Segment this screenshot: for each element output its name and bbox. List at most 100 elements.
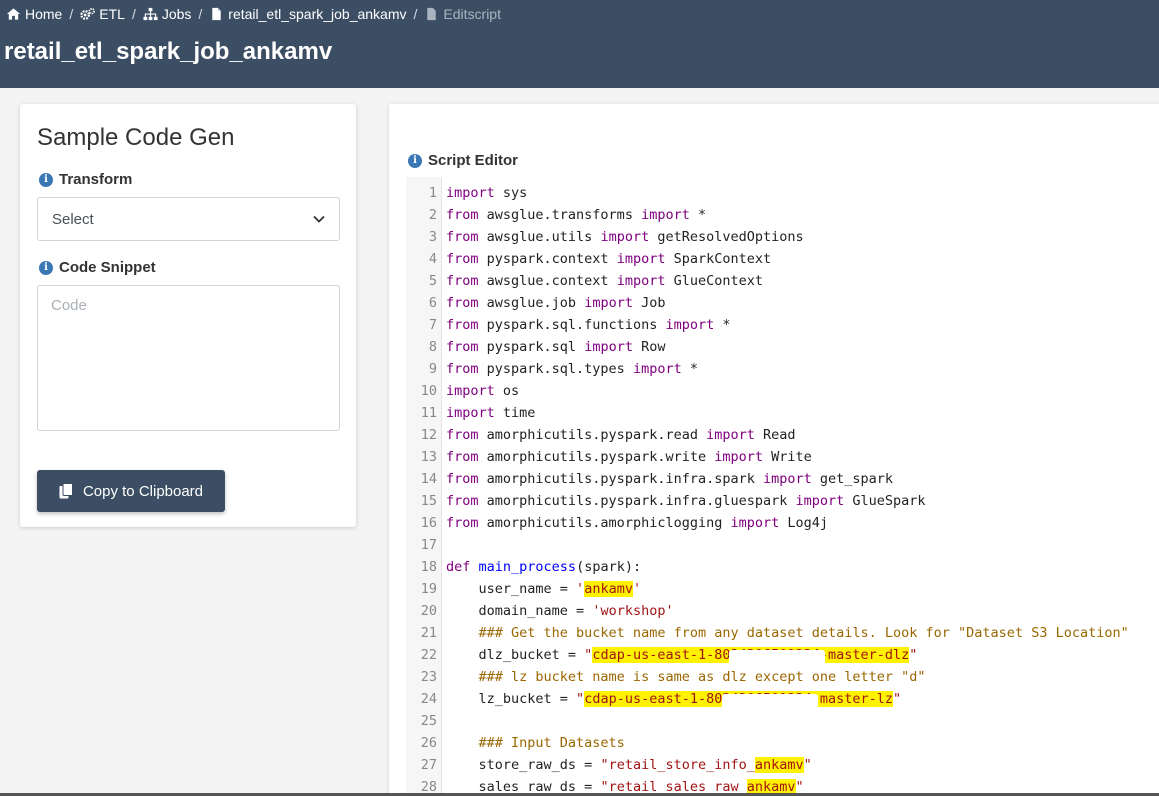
redaction-mark — [722, 694, 818, 711]
breadcrumb: Home / ETL / Jobs / retail_etl_spark_job… — [6, 5, 501, 23]
code-line: 27 store_raw_ds = "retail_store_info_ank… — [406, 754, 1159, 776]
code-line: 19 user_name = 'ankamv' — [406, 578, 1159, 600]
line-number: 7 — [428, 317, 437, 333]
code-token: get_spark — [811, 471, 894, 487]
code-token: SparkContext — [665, 251, 772, 267]
breadcrumb-jobs[interactable]: Jobs — [143, 6, 191, 22]
line-number: 4 — [428, 251, 437, 267]
code-token: ### Get the bucket name from any dataset… — [446, 625, 1129, 641]
code-token: amorphicutils.pyspark.infra.spark — [478, 471, 763, 487]
breadcrumb-job[interactable]: retail_etl_spark_job_ankamv — [209, 6, 407, 22]
code-token: def — [446, 559, 471, 575]
transform-select[interactable]: Select — [37, 197, 340, 241]
code-editor[interactable]: 1 import sys 2 from awsglue.transforms impo… — [406, 177, 1159, 796]
breadcrumb-label: Home — [25, 6, 63, 22]
info-icon[interactable]: i — [39, 261, 53, 275]
line-number: 10 — [420, 383, 437, 399]
code-token: from — [446, 449, 479, 465]
transform-label: i Transform — [39, 171, 132, 188]
panel-title: Sample Code Gen — [37, 124, 235, 151]
line-number: 27 — [420, 757, 437, 773]
breadcrumb-separator: / — [69, 6, 74, 22]
code-token: lz_bucket = — [446, 691, 577, 707]
code-token: main_process — [478, 559, 577, 575]
code-snippet-label-text: Code Snippet — [59, 259, 156, 276]
code-line: 11 import time — [406, 402, 1159, 424]
code-token: awsglue.utils — [478, 229, 601, 245]
code-token: from — [446, 251, 479, 267]
code-line: 9 from pyspark.sql.types import * — [406, 358, 1159, 380]
chevron-down-icon — [313, 215, 325, 223]
code-token: from — [446, 207, 479, 223]
breadcrumb-etl[interactable]: ETL — [80, 6, 125, 22]
code-token: import — [584, 295, 633, 311]
file-icon — [212, 7, 222, 21]
code-token: ' — [632, 581, 642, 597]
code-token: awsglue.transforms — [478, 207, 642, 223]
line-number: 6 — [428, 295, 437, 311]
code-token: * — [714, 317, 731, 333]
page-header: Home / ETL / Jobs / retail_etl_spark_job… — [0, 0, 1159, 88]
code-token: import — [795, 493, 845, 509]
code-snippet-label: i Code Snippet — [39, 259, 156, 276]
code-line: 13 from amorphicutils.pyspark.write impor… — [406, 446, 1159, 468]
code-line: 4 from pyspark.context import SparkContex… — [406, 248, 1159, 270]
code-token: 'workshop' — [592, 603, 674, 619]
info-icon[interactable]: i — [39, 173, 53, 187]
code-token: from — [446, 295, 479, 311]
copy-to-clipboard-button[interactable]: Copy to Clipboard — [37, 470, 225, 512]
code-token: import — [714, 449, 763, 465]
line-number: 9 — [428, 361, 437, 377]
code-line: 12 from amorphicutils.pyspark.read import… — [406, 424, 1159, 446]
code-snippet-textarea[interactable]: Code — [37, 285, 340, 431]
code-token: import — [600, 229, 650, 245]
code-token: amorphicutils.pyspark.write — [478, 449, 715, 465]
line-number: 25 — [420, 713, 437, 729]
code-token: os — [494, 383, 520, 399]
line-number: 15 — [420, 493, 437, 509]
code-line: 18 def main_process(spark): — [406, 556, 1159, 578]
code-token: import — [730, 515, 780, 531]
code-token: amorphicutils.amorphiclogging — [478, 515, 731, 531]
line-number: 12 — [420, 427, 437, 443]
code-token: dlz_bucket = — [446, 647, 585, 663]
page-title: retail_etl_spark_job_ankamv — [4, 38, 333, 65]
code-line: 6 from awsglue.job import Job — [406, 292, 1159, 314]
code-token: ' — [576, 581, 585, 597]
code-token: from — [446, 229, 479, 245]
code-token: import — [706, 427, 755, 443]
code-token: " — [576, 691, 585, 707]
code-token: ankamv — [754, 757, 804, 773]
code-token: awsglue.context — [478, 273, 617, 289]
info-icon[interactable]: i — [408, 154, 422, 168]
breadcrumb-separator: / — [413, 6, 418, 22]
code-token: " — [893, 691, 902, 707]
code-token: import — [641, 207, 690, 223]
gears-icon — [80, 8, 96, 20]
code-token: import — [763, 471, 812, 487]
line-number: 16 — [420, 515, 437, 531]
breadcrumb-separator: / — [131, 6, 136, 22]
line-number: 24 — [420, 691, 437, 707]
line-number: 21 — [420, 625, 437, 641]
line-number: 20 — [420, 603, 437, 619]
code-token: from — [446, 471, 479, 487]
code-token: pyspark.sql.types — [478, 361, 633, 377]
sitemap-icon — [143, 7, 158, 21]
code-line: 2 from awsglue.transforms import * — [406, 204, 1159, 226]
line-number: 2 — [428, 207, 437, 223]
code-token: import — [446, 185, 495, 201]
script-editor-label: i Script Editor — [408, 152, 518, 169]
code-token: from — [446, 273, 479, 289]
code-line: 21 ### Get the bucket name from any data… — [406, 622, 1159, 644]
code-token: ### Input Datasets — [446, 735, 625, 751]
code-token: from — [446, 427, 479, 443]
code-token: from — [446, 361, 479, 377]
code-token: Write — [763, 449, 812, 465]
code-line: 1 import sys — [406, 182, 1159, 204]
code-token: pyspark.context — [478, 251, 617, 267]
code-line: 7 from pyspark.sql.functions import * — [406, 314, 1159, 336]
breadcrumb-home[interactable]: Home — [6, 6, 62, 22]
code-token: import — [584, 339, 633, 355]
code-line: 20 domain_name = 'workshop' — [406, 600, 1159, 622]
